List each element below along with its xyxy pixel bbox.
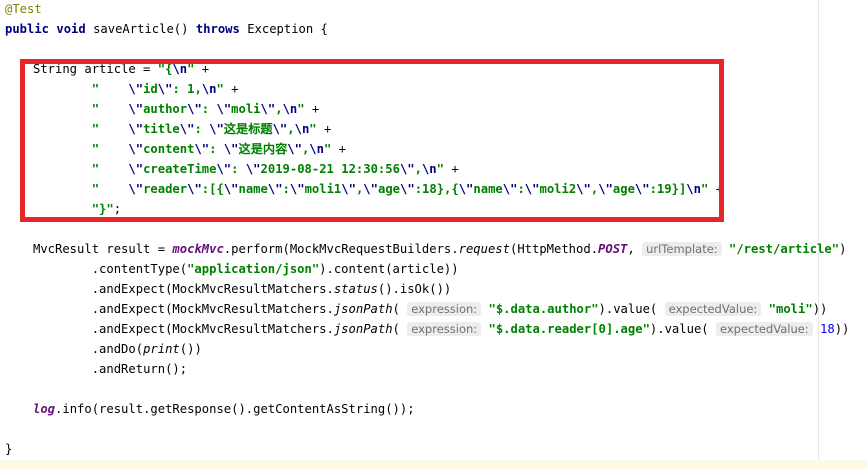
content-type-call: .contentType( <box>91 262 188 276</box>
method-name: saveArticle() <box>93 22 189 36</box>
closing-brace: } <box>5 442 13 456</box>
and-do-call: .andDo( <box>91 342 144 356</box>
param-hint-expected-value: expectedValue: <box>715 322 813 336</box>
result-declaration: MvcResult result = <box>33 242 173 256</box>
code-line-perform[interactable]: MvcResult result = mockMvc.perform(MockM… <box>33 240 846 258</box>
value-call: ).value( <box>649 322 716 336</box>
content-call: ).content(article)) <box>319 262 459 276</box>
separator: , <box>627 242 643 256</box>
code-line-expect-status[interactable]: .andExpect(MockMvcResultMatchers.status(… <box>33 280 452 298</box>
content-type-string: "application/json" <box>187 262 320 276</box>
code-line-log[interactable]: log.info(result.getResponse().getContent… <box>33 400 415 418</box>
is-ok-call: ().isOk()) <box>377 282 452 296</box>
http-method-ref: (HttpMethod. <box>509 242 599 256</box>
code-line-expect-reader-age[interactable]: .andExpect(MockMvcResultMatchers.jsonPat… <box>33 320 849 338</box>
close-paren: ()) <box>179 342 202 356</box>
close-paren: ) <box>839 242 847 256</box>
log-field: log <box>33 402 56 416</box>
code-line-closing-brace[interactable]: } <box>5 440 12 458</box>
public-keyword: public <box>5 22 50 36</box>
exception-type: Exception { <box>247 22 328 36</box>
open-paren: ( <box>392 302 408 316</box>
code-line-method-signature[interactable]: public void saveArticle() throws Excepti… <box>5 20 328 38</box>
value-call: ).value( <box>598 302 665 316</box>
close-paren: )) <box>834 322 850 336</box>
bottom-line-strip <box>0 460 867 469</box>
and-expect-call: .andExpect(MockMvcResultMatchers. <box>91 302 334 316</box>
right-margin-guide <box>818 0 819 469</box>
code-line-and-do[interactable]: .andDo(print()) <box>33 340 202 358</box>
and-return-call: .andReturn(); <box>91 362 188 376</box>
throws-keyword: throws <box>195 22 240 36</box>
expected-value-string: "moli" <box>768 302 813 316</box>
test-annotation: @Test <box>5 2 42 16</box>
status-method: status <box>333 282 378 296</box>
request-method: request <box>458 242 510 256</box>
code-line-and-return[interactable]: .andReturn(); <box>33 360 187 378</box>
json-path-string: "$.data.reader[0].age" <box>488 322 650 336</box>
code-line-annotation[interactable]: @Test <box>5 0 42 18</box>
code-editor[interactable]: @Test public void saveArticle() throws E… <box>0 0 867 469</box>
code-line-content-type[interactable]: .contentType("application/json").content… <box>33 260 459 278</box>
param-hint-expression: expression: <box>407 322 482 336</box>
print-method: print <box>143 342 180 356</box>
expected-value-number: 18 <box>820 322 835 336</box>
code-line-expect-author[interactable]: .andExpect(MockMvcResultMatchers.jsonPat… <box>33 300 827 318</box>
param-hint-expression: expression: <box>407 302 482 316</box>
mockmvc-field: mockMvc <box>172 242 224 256</box>
json-path-method: jsonPath <box>333 302 393 316</box>
close-paren: )) <box>812 302 828 316</box>
log-info-call: .info(result.getResponse().getContentAsS… <box>55 402 415 416</box>
perform-call: .perform(MockMvcRequestBuilders. <box>223 242 459 256</box>
param-hint-expected-value: expectedValue: <box>664 302 762 316</box>
json-path-string: "$.data.author" <box>488 302 599 316</box>
open-paren: ( <box>392 322 408 336</box>
param-hint-url-template: urlTemplate: <box>642 242 722 256</box>
json-path-method: jsonPath <box>333 322 393 336</box>
and-expect-call: .andExpect(MockMvcResultMatchers. <box>91 282 334 296</box>
void-keyword: void <box>56 22 86 36</box>
url-string: "/rest/article" <box>729 242 840 256</box>
red-highlight-box <box>20 59 724 222</box>
and-expect-call: .andExpect(MockMvcResultMatchers. <box>91 322 334 336</box>
post-constant: POST <box>598 242 628 256</box>
